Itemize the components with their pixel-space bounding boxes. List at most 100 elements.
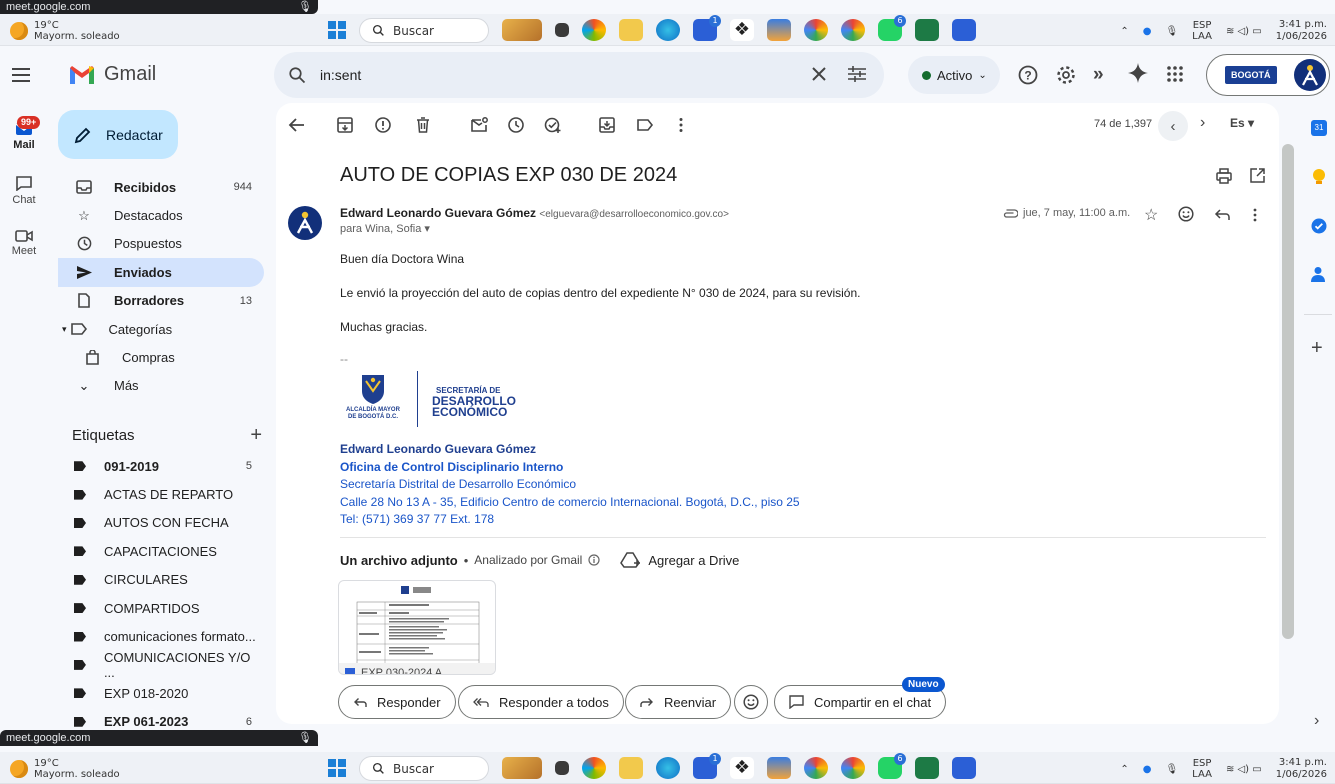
microphone-icon[interactable]: 🎙	[1165, 26, 1178, 37]
older-chevron-right-icon[interactable]: ›	[1200, 114, 1205, 132]
taskbar-app-widget-icon[interactable]	[502, 19, 542, 41]
reply-icon[interactable]	[1214, 209, 1230, 221]
sender-avatar[interactable]	[288, 206, 322, 240]
add-to-drive-icon[interactable]	[620, 552, 642, 568]
label-item[interactable]: comunicaciones formato...	[58, 622, 264, 650]
archive-icon[interactable]	[336, 116, 354, 134]
label-item[interactable]: 091-2019 5	[58, 452, 264, 480]
print-icon[interactable]	[1216, 168, 1232, 184]
main-menu-icon[interactable]	[12, 68, 30, 82]
get-addons-plus-icon[interactable]: +	[1311, 338, 1323, 358]
label-item[interactable]: CAPACITACIONES	[58, 537, 264, 565]
sig-address[interactable]: Calle 28 No 13 A - 35, Edificio Centro d…	[340, 494, 800, 512]
taskbar-app-chrome-icon[interactable]	[804, 19, 828, 41]
nav-item-drafts[interactable]: Borradores 13	[58, 287, 264, 315]
input-tools-language[interactable]: Es ▾	[1230, 116, 1254, 130]
taskbar-search[interactable]: Buscar	[359, 756, 489, 781]
sender-name[interactable]: Edward Leonardo Guevara Gómez	[340, 206, 536, 220]
add-task-icon[interactable]	[544, 116, 562, 134]
gemini-sparkle-icon[interactable]	[1128, 63, 1148, 83]
clear-search-icon[interactable]	[812, 67, 826, 81]
taskbar-app-widget-icon[interactable]	[502, 757, 542, 779]
calendar-icon[interactable]: 31	[1311, 120, 1327, 136]
back-arrow-icon[interactable]	[288, 116, 306, 134]
wifi-volume-battery-icons[interactable]: ≋ ◁) ▭	[1226, 26, 1262, 37]
windows-start-icon[interactable]	[328, 759, 346, 777]
taskbar-app-chrome-icon[interactable]	[804, 757, 828, 779]
mail-search-bar[interactable]: in:sent	[274, 52, 884, 98]
move-to-icon[interactable]	[598, 116, 616, 134]
taskbar-app-excel-icon[interactable]	[915, 757, 939, 779]
tray-app-icon[interactable]: ●	[1143, 26, 1152, 37]
tasks-icon[interactable]	[1311, 218, 1327, 234]
contacts-icon[interactable]	[1311, 266, 1327, 282]
more-vert-icon[interactable]	[672, 116, 690, 134]
taskbar-app-store-icon[interactable]: 1	[693, 15, 721, 41]
label-item[interactable]: CIRCULARES	[58, 566, 264, 594]
microphone-icon[interactable]: 🎙	[1165, 764, 1178, 775]
newer-chevron-left-icon[interactable]: ‹	[1158, 111, 1188, 141]
label-item[interactable]: EXP 018-2020	[58, 679, 264, 707]
rail-meet[interactable]: Meet	[0, 212, 48, 266]
keep-bulb-icon[interactable]	[1311, 168, 1327, 184]
clock[interactable]: 3:41 p.m. 1/06/2026	[1276, 757, 1327, 781]
account-avatar[interactable]	[1294, 59, 1326, 91]
taskbar-app-word-icon[interactable]	[952, 757, 976, 779]
meet-overlay-bottom[interactable]: meet.google.com 🎙	[0, 730, 318, 746]
sig-tel[interactable]: Tel: (571) 369 37 77 Ext. 178	[340, 511, 800, 529]
reply-button[interactable]: Responder	[338, 685, 456, 719]
tray-chevron-icon[interactable]: ⌃	[1120, 764, 1128, 775]
search-icon[interactable]	[288, 66, 306, 84]
taskbar-app-dropbox-icon[interactable]: ❖	[730, 757, 754, 779]
recipients[interactable]: para Wina, Sofia ▾	[340, 222, 729, 235]
taskbar-app-copilot-icon[interactable]	[582, 19, 606, 41]
taskbar-app-explorer-icon[interactable]	[619, 19, 643, 41]
meet-overlay-top[interactable]: meet.google.com 🎙	[0, 0, 318, 14]
snooze-clock-icon[interactable]	[507, 116, 525, 134]
taskbar-app-edge-icon[interactable]	[656, 19, 680, 41]
more-vert-icon[interactable]	[1252, 207, 1258, 223]
search-input[interactable]: in:sent	[320, 67, 361, 83]
language-indicator[interactable]: ESP LAA	[1192, 20, 1212, 42]
windows-start-icon[interactable]	[328, 21, 346, 39]
nav-item-sent[interactable]: Enviados	[58, 258, 264, 287]
reply-all-button[interactable]: Responder a todos	[458, 685, 624, 719]
label-icon[interactable]	[636, 116, 654, 134]
tray-chevron-icon[interactable]: ⌃	[1120, 26, 1128, 37]
taskbar-app-chrome2-icon[interactable]	[841, 19, 865, 41]
language-indicator[interactable]: ESP LAA	[1192, 758, 1212, 780]
delete-trash-icon[interactable]	[414, 116, 432, 134]
attachment-thumbnail[interactable]: EXP 030-2024 A...	[338, 580, 496, 675]
taskbar-app-chrome2-icon[interactable]	[841, 757, 865, 779]
message-scrollbar[interactable]	[1282, 144, 1294, 639]
info-icon[interactable]	[588, 554, 600, 566]
status-selector[interactable]: Activo ⌄	[908, 56, 1000, 94]
weather-widget[interactable]: 19°C Mayorm. soleado	[10, 20, 120, 42]
taskbar-app-photos-icon[interactable]	[767, 19, 791, 41]
gmail-logo[interactable]: Gmail	[68, 63, 156, 86]
expand-panel-chevron-icon[interactable]: ›	[1314, 712, 1319, 730]
nav-item-purchases[interactable]: Compras	[58, 343, 264, 371]
star-icon[interactable]: ☆	[1144, 205, 1158, 225]
taskbar-app-store-icon[interactable]: 1	[693, 753, 721, 779]
rail-chat[interactable]: Chat	[0, 158, 48, 212]
taskbar-app-taskview-icon[interactable]	[555, 23, 569, 37]
report-spam-icon[interactable]	[374, 116, 392, 134]
account-switcher[interactable]: BOGOTÁ	[1206, 54, 1330, 96]
emoji-react-button[interactable]	[734, 685, 768, 719]
tray-app-icon[interactable]: ●	[1143, 764, 1152, 775]
taskbar-app-whatsapp-icon[interactable]: 6	[878, 15, 906, 41]
label-item[interactable]: ACTAS DE REPARTO	[58, 480, 264, 508]
nav-item-more[interactable]: ⌄ Más	[58, 372, 264, 400]
compose-button[interactable]: Redactar	[58, 110, 178, 159]
taskbar-app-whatsapp-icon[interactable]: 6	[878, 753, 906, 779]
nav-item-categories[interactable]: ▾ Categorías	[58, 315, 264, 343]
help-icon[interactable]: ?	[1018, 65, 1038, 85]
taskbar-app-excel-icon[interactable]	[915, 19, 939, 41]
open-new-window-icon[interactable]	[1250, 168, 1265, 183]
add-to-drive-label[interactable]: Agregar a Drive	[648, 553, 739, 568]
apps-grid-icon[interactable]	[1166, 65, 1184, 83]
settings-gear-icon[interactable]	[1056, 65, 1076, 85]
taskbar-app-word-icon[interactable]	[952, 19, 976, 41]
search-options-icon[interactable]	[848, 66, 866, 82]
